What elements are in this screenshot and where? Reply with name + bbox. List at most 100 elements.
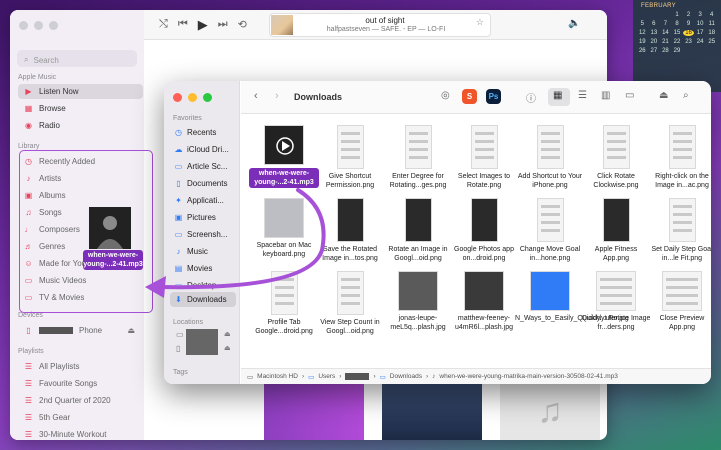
file-item[interactable]: Click Rotate Clockwise.png [581,125,651,190]
file-thumbnail [336,198,364,242]
eject-icon[interactable]: ⏏ [659,90,668,101]
file-item[interactable]: Rotate an Image in Googl...oid.png [383,198,453,263]
calendar-day: 4 [710,12,714,18]
thumbnail-line [474,148,494,151]
audio-file-icon: ♪ [432,373,436,380]
window-controls[interactable] [19,21,58,30]
now-playing-artwork [271,15,293,35]
sidebar-item-music[interactable]: ♪ Music [170,244,236,259]
sidebar-item-icloud-drive[interactable]: ☁ iCloud Dri... [170,142,236,157]
eject-icon[interactable]: ⏏ [224,344,231,352]
column-view-icon[interactable]: ▥ [601,90,610,101]
file-item-selected[interactable]: when-we-were-young-...2-41.mp3 [249,125,319,188]
calendar-day: 12 [638,30,646,36]
repeat-icon[interactable]: ⟲ [238,18,247,33]
thumbnail-line [340,156,360,159]
sidebar-item-documents[interactable]: ▯ Documents [170,176,236,191]
thumbnail-line [408,156,428,159]
sidebar-item-label: Music [187,247,208,256]
list-view-icon[interactable]: ☰ [578,90,587,101]
path-segment[interactable]: Macintosh HD [257,373,298,380]
sidebar-item-desktop[interactable]: ▭ Desktop [170,278,236,293]
thumbnail-line [666,302,698,305]
sidebar-item-2nd-quarter[interactable]: ☰ 2nd Quarter of 2020 [18,393,143,408]
thumbnail-line [672,221,692,224]
shuffle-icon[interactable]: ⤭ [159,18,168,33]
calendar-day: 1 [675,12,679,18]
sidebar-item-article-screenshots[interactable]: ▭ Article Sc... [170,159,236,174]
file-item[interactable]: N_Ways_to_Easily_Quickly...uter.jpg [515,271,629,323]
sidebar-item-favourite-songs[interactable]: ☰ Favourite Songs [18,376,143,391]
redacted-location[interactable] [186,329,218,355]
sidebar-item-device[interactable]: ▯ Phone ⏏ [18,323,143,338]
list-icon: ☰ [24,362,33,371]
thumbnail-line [600,294,632,297]
album-artwork-portrait[interactable] [382,382,482,440]
sidebar-item-applications[interactable]: ✦ Applicati... [170,193,236,208]
thumbnail-line [408,148,428,151]
sidebar-item-label: Browse [39,104,66,113]
next-track-icon[interactable]: ⏭ [218,18,228,33]
sidebar-item-downloads[interactable]: ⬇ Downloads [170,292,236,307]
file-item[interactable]: Enter Degree for Rotating...ges.png [383,125,453,190]
file-item[interactable]: View Step Count in Googl...oid.png [315,271,385,336]
sidebar-item-recents[interactable]: ◷ Recents [170,125,236,140]
file-item[interactable]: Give Shortcut Permission.png [315,125,385,190]
file-item[interactable]: Set Daily Step Goal in...le Fit.png [647,198,711,263]
file-item[interactable]: Spacebar on Mac keyboard.png [249,198,319,259]
airdrop-icon[interactable]: ◎ [441,90,450,101]
sidebar-item-browse[interactable]: ▦ Browse [18,101,143,116]
eject-icon[interactable]: ⏏ [127,326,135,335]
play-icon[interactable]: ▶ [198,17,208,33]
thumbnail-line [474,140,494,143]
sidebar-item-radio[interactable]: ◉ Radio [18,118,143,133]
star-icon[interactable]: ☆ [476,17,484,28]
thumbnail-line [274,302,294,305]
forward-icon[interactable]: › [275,90,279,102]
photoshop-app-icon[interactable]: Ps [486,89,501,104]
file-name: Apple Fitness App.png [594,246,638,262]
now-playing[interactable]: out of sight halfpastseven — SAFE. - EP … [269,13,491,37]
computer-icon: ▭ [176,330,184,339]
path-segment[interactable]: Users [318,373,335,380]
thumbnail-line [274,286,294,289]
calendar-day: 29 [673,48,681,54]
eject-icon[interactable]: ⏏ [224,330,231,338]
info-icon[interactable]: ⓘ [526,90,536,105]
back-icon[interactable]: ‹ [254,90,258,102]
sidebar-item-listen-now[interactable]: ▶ Listen Now [18,84,143,99]
file-item[interactable]: Apple Fitness App.png [581,198,651,263]
file-item[interactable]: Profile Tab Google...droid.png [249,271,319,336]
sidebar-item-5th-gear[interactable]: ☰ 5th Gear [18,410,143,425]
search-icon[interactable]: ⌕ [683,90,689,101]
sidebar-item-pictures[interactable]: ▣ Pictures [170,210,236,225]
file-item[interactable]: matthew-feeney-u4mR6l...plash.jpg [449,271,519,332]
file-item[interactable]: Quicklyt Rotate Image fr...ders.png [581,271,651,332]
path-segment[interactable]: when-we-were-young-matrika-main-version-… [439,373,617,380]
sidebar-item-all-playlists[interactable]: ☰ All Playlists [18,359,143,374]
album-artwork-purple[interactable] [264,382,364,440]
file-item[interactable]: Add Shortcut to Your iPhone.png [515,125,585,190]
search-input[interactable]: ⌕ Search [17,50,137,67]
file-item[interactable]: Google Photos app on...droid.png [449,198,519,263]
window-controls[interactable] [173,93,212,102]
calendar-day: 20 [650,39,658,45]
sidebar-item-30-minute-workout[interactable]: ☰ 30-Minute Workout [18,427,143,440]
file-item[interactable]: Select Images to Rotate.png [449,125,519,190]
shareit-app-icon[interactable]: S [462,89,477,104]
file-item[interactable]: jonas-leupe-meL5q...plash.jpg [383,271,453,332]
file-item[interactable]: Save the Rotated Image in...tos.png [315,198,385,263]
previous-track-icon[interactable]: ⏮ [178,18,188,33]
album-artwork-placeholder[interactable]: ♫ [500,382,600,440]
sidebar-item-movies[interactable]: ▤ Movies [170,261,236,276]
sidebar-item-screenshots[interactable]: ▭ Screensh... [170,227,236,242]
gallery-view-icon[interactable]: ▭ [625,90,634,101]
thumbnail-line [274,278,294,281]
file-item[interactable]: Change Move Goal in...hone.png [515,198,585,263]
file-item[interactable]: Close Preview App.png [647,271,711,332]
file-thumbnail [404,198,432,242]
sidebar-item-label: 30-Minute Workout [39,430,107,439]
path-segment[interactable]: Downloads [390,373,422,380]
file-item[interactable]: Right-click on the Image in...ac.png [647,125,711,190]
icon-view-icon[interactable]: ▦ [553,90,562,101]
